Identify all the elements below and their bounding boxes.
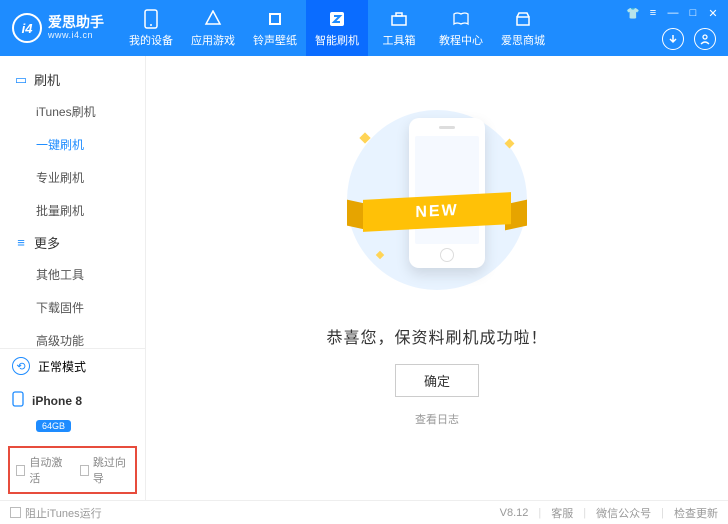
nav-apps[interactable]: 应用游戏 <box>182 0 244 56</box>
logo-icon: i4 <box>12 13 42 43</box>
more-icon: ≡ <box>14 235 28 250</box>
minimize-icon[interactable]: — <box>666 6 680 20</box>
footer-link-update[interactable]: 检查更新 <box>674 505 718 521</box>
sidebar: ▭刷机 iTunes刷机 一键刷机 专业刷机 批量刷机 ≡更多 其他工具 下载固… <box>0 56 146 500</box>
phone-small-icon <box>12 391 24 410</box>
nav-toolbox[interactable]: 工具箱 <box>368 0 430 56</box>
footer: 阻止iTunes运行 V8.12 | 客服 | 微信公众号 | 检查更新 <box>0 500 728 524</box>
sidebar-item-advanced[interactable]: 高级功能 <box>0 324 145 348</box>
sidebar-item-download-firmware[interactable]: 下载固件 <box>0 291 145 324</box>
app-name: 爱思助手 <box>48 15 104 30</box>
download-button[interactable] <box>662 28 684 50</box>
auto-activate-checkbox[interactable]: 自动激活 <box>16 454 66 486</box>
view-log-link[interactable]: 查看日志 <box>415 411 459 427</box>
sidebar-item-pro-flash[interactable]: 专业刷机 <box>0 161 145 194</box>
main-content: NEW 恭喜您，保资料刷机成功啦！ 确定 查看日志 <box>146 56 728 500</box>
close-icon[interactable]: ✕ <box>706 6 720 20</box>
top-nav: 我的设备 应用游戏 铃声壁纸 智能刷机 工具箱 教程中心 爱思商城 <box>120 0 554 56</box>
storage-badge: 64GB <box>36 420 71 432</box>
app-url: www.i4.cn <box>48 31 104 41</box>
window-controls: 👕 ≡ — □ ✕ <box>626 6 720 20</box>
sidebar-item-itunes-flash[interactable]: iTunes刷机 <box>0 95 145 128</box>
device-row[interactable]: iPhone 8 64GB <box>0 383 145 440</box>
block-itunes-checkbox[interactable]: 阻止iTunes运行 <box>10 505 102 521</box>
footer-link-support[interactable]: 客服 <box>551 505 573 521</box>
device-icon: ▭ <box>14 72 28 88</box>
app-header: i4 爱思助手 www.i4.cn 我的设备 应用游戏 铃声壁纸 智能刷机 工具… <box>0 0 728 56</box>
skip-wizard-checkbox[interactable]: 跳过向导 <box>80 454 130 486</box>
nav-tutorials[interactable]: 教程中心 <box>430 0 492 56</box>
toolbox-icon <box>389 9 409 29</box>
mode-row[interactable]: ⟲ 正常模式 <box>0 349 145 383</box>
nav-ringtones[interactable]: 铃声壁纸 <box>244 0 306 56</box>
success-message: 恭喜您，保资料刷机成功啦！ <box>326 324 547 348</box>
apps-icon <box>203 9 223 29</box>
shirt-icon[interactable]: 👕 <box>626 6 640 20</box>
device-name: iPhone 8 <box>32 394 82 408</box>
highlighted-options: 自动激活 跳过向导 <box>8 446 137 494</box>
success-illustration: NEW <box>337 100 537 300</box>
book-icon <box>451 9 471 29</box>
version-label: V8.12 <box>500 507 529 519</box>
nav-store[interactable]: 爱思商城 <box>492 0 554 56</box>
sidebar-item-other-tools[interactable]: 其他工具 <box>0 258 145 291</box>
phone-icon <box>141 9 161 29</box>
sidebar-group-more: ≡更多 <box>0 227 145 258</box>
refresh-icon: ⟲ <box>12 357 30 375</box>
new-ribbon: NEW <box>343 188 531 236</box>
ok-button[interactable]: 确定 <box>395 364 479 397</box>
sidebar-group-flash: ▭刷机 <box>0 64 145 95</box>
mode-label: 正常模式 <box>38 358 86 375</box>
user-button[interactable] <box>694 28 716 50</box>
maximize-icon[interactable]: □ <box>686 6 700 20</box>
sidebar-item-oneclick-flash[interactable]: 一键刷机 <box>0 128 145 161</box>
nav-flash[interactable]: 智能刷机 <box>306 0 368 56</box>
nav-my-device[interactable]: 我的设备 <box>120 0 182 56</box>
footer-link-wechat[interactable]: 微信公众号 <box>596 505 651 521</box>
menu-icon[interactable]: ≡ <box>646 6 660 20</box>
sidebar-item-batch-flash[interactable]: 批量刷机 <box>0 194 145 227</box>
logo: i4 爱思助手 www.i4.cn <box>0 13 120 43</box>
music-icon <box>265 9 285 29</box>
flash-icon <box>327 9 347 29</box>
store-icon <box>513 9 533 29</box>
